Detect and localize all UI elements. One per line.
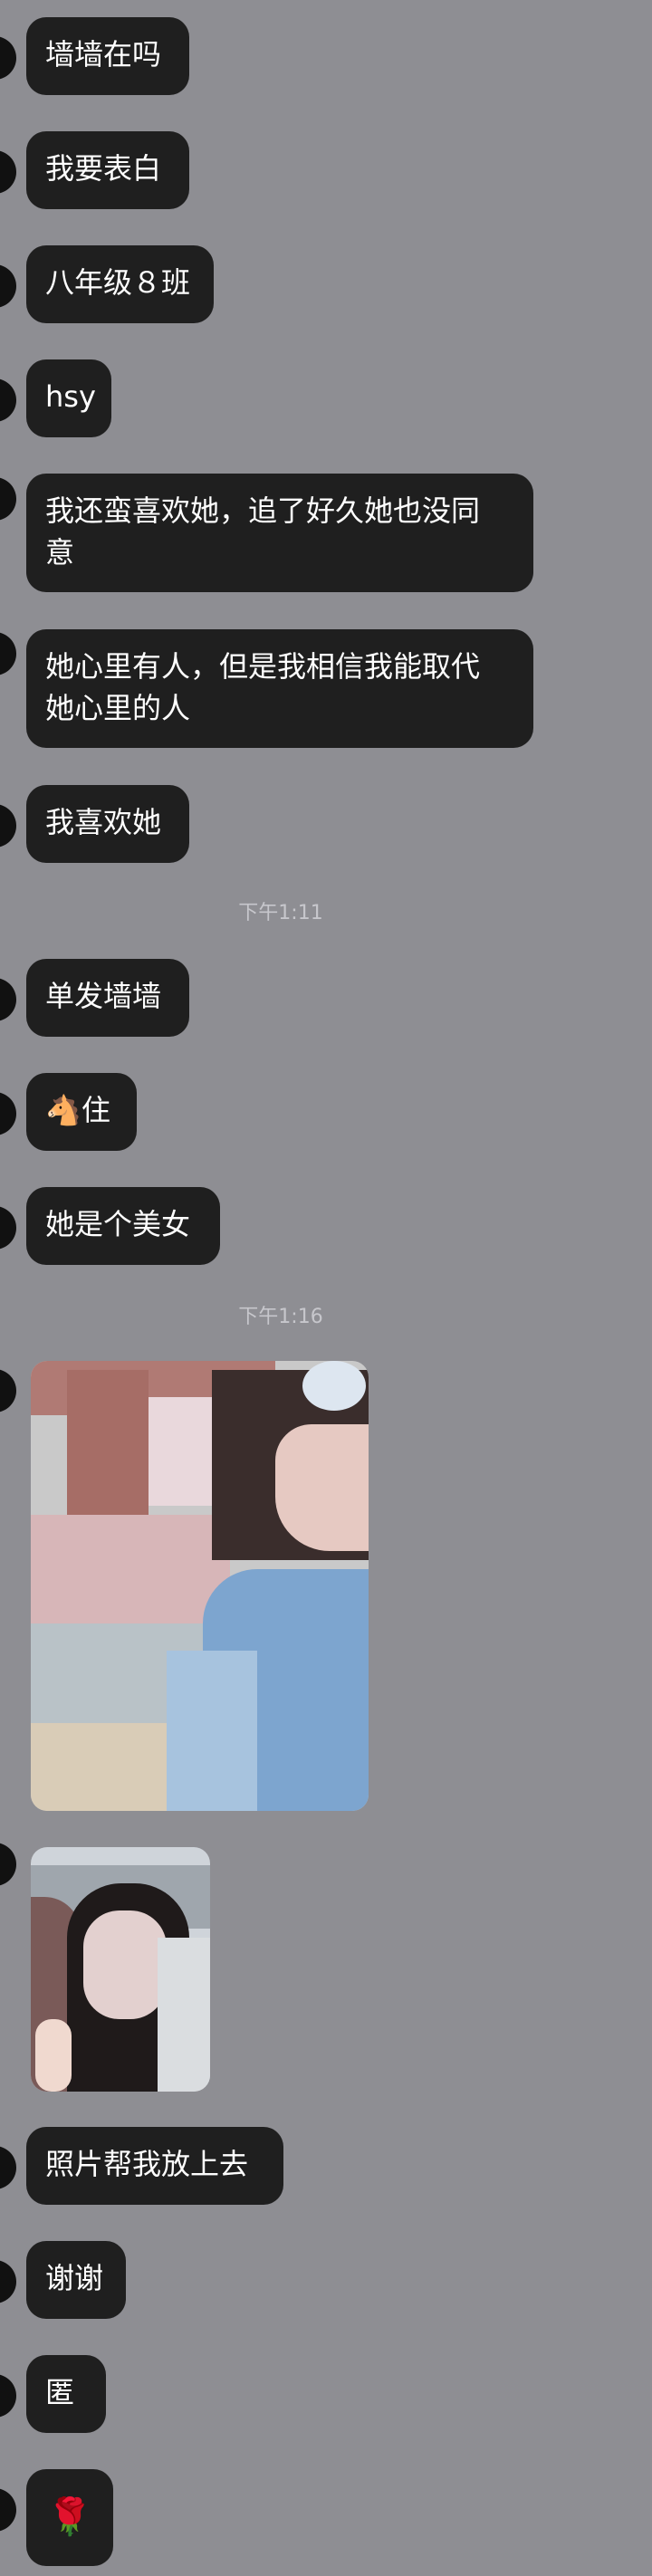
photo-message-2[interactable] xyxy=(31,1847,210,2092)
sender-avatar[interactable] xyxy=(0,804,16,847)
timestamp: 下午1:11 xyxy=(238,902,323,924)
sender-avatar[interactable] xyxy=(0,632,16,675)
sender-avatar[interactable] xyxy=(0,36,16,80)
sender-avatar[interactable] xyxy=(0,2146,16,2189)
message-bubble[interactable]: 匿 xyxy=(26,2355,106,2433)
sender-avatar[interactable] xyxy=(0,150,16,194)
message-bubble[interactable]: 我要表白 xyxy=(26,131,189,209)
timestamp: 下午1:16 xyxy=(238,1306,323,1328)
sender-avatar[interactable] xyxy=(0,2260,16,2303)
message-bubble[interactable]: 我还蛮喜欢她，追了好久她也没同 意 xyxy=(26,474,533,592)
sender-avatar[interactable] xyxy=(0,477,16,521)
sender-avatar[interactable] xyxy=(0,1206,16,1250)
message-bubble[interactable]: 照片帮我放上去 xyxy=(26,2127,283,2205)
sender-avatar[interactable] xyxy=(0,378,16,422)
message-bubble[interactable]: 她是个美女 xyxy=(26,1187,220,1265)
message-bubble[interactable]: 🌹 xyxy=(26,2469,113,2566)
sender-avatar[interactable] xyxy=(0,1092,16,1135)
message-bubble[interactable]: 墙墙在吗 xyxy=(26,17,189,95)
message-bubble[interactable]: 谢谢 xyxy=(26,2241,126,2319)
sender-avatar[interactable] xyxy=(0,2374,16,2418)
message-bubble[interactable]: 我喜欢她 xyxy=(26,785,189,863)
message-bubble[interactable]: hsy xyxy=(26,359,111,437)
message-bubble[interactable]: 🐴住 xyxy=(26,1073,137,1151)
message-bubble[interactable]: 单发墙墙 xyxy=(26,959,189,1037)
sender-avatar[interactable] xyxy=(0,1369,16,1412)
sender-avatar[interactable] xyxy=(0,2488,16,2532)
message-bubble[interactable]: 八年级８班 xyxy=(26,245,214,323)
photo-message-1[interactable] xyxy=(31,1361,369,1811)
sender-avatar[interactable] xyxy=(0,1843,16,1886)
sender-avatar[interactable] xyxy=(0,978,16,1021)
sender-avatar[interactable] xyxy=(0,264,16,308)
message-bubble[interactable]: 她心里有人，但是我相信我能取代 她心里的人 xyxy=(26,629,533,748)
